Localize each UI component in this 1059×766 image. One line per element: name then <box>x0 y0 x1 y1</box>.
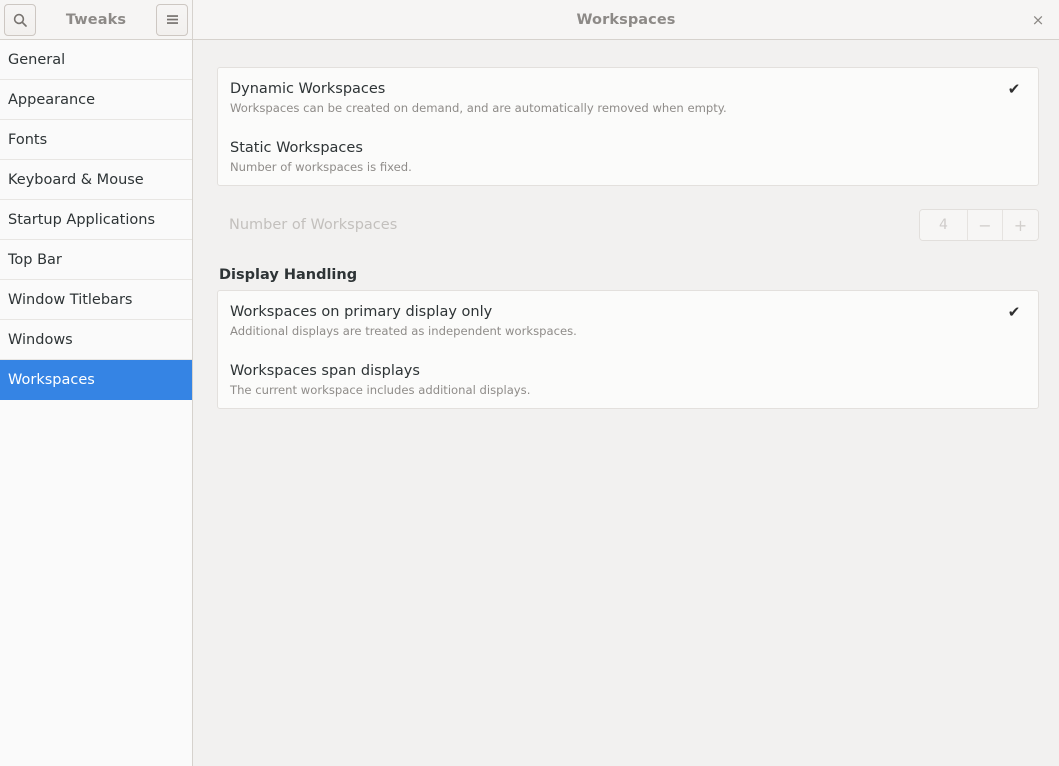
row-texts: Dynamic Workspaces Workspaces can be cre… <box>230 80 992 116</box>
sidebar-item-startup-applications[interactable]: Startup Applications <box>0 200 192 240</box>
search-icon <box>12 12 28 28</box>
search-button[interactable] <box>4 4 36 36</box>
app-title: Tweaks <box>36 12 156 28</box>
row-subtitle: The current workspace includes additiona… <box>230 383 992 397</box>
sidebar-item-label: Appearance <box>8 92 95 108</box>
row-workspaces-on-primary-display-only[interactable]: Workspaces on primary display only Addit… <box>218 291 1038 350</box>
sidebar-item-label: General <box>8 52 65 68</box>
row-texts: Workspaces on primary display only Addit… <box>230 303 992 339</box>
row-title: Workspaces on primary display only <box>230 303 992 321</box>
increment-button[interactable]: + <box>1003 210 1038 240</box>
window-body: General Appearance Fonts Keyboard & Mous… <box>0 40 1059 766</box>
sidebar-item-label: Top Bar <box>8 252 62 268</box>
checkmark-icon: ✔ <box>1004 82 1024 97</box>
row-texts: Static Workspaces Number of workspaces i… <box>230 139 992 175</box>
page-title: Workspaces <box>193 12 1059 28</box>
number-of-workspaces-label: Number of Workspaces <box>229 217 397 233</box>
row-static-workspaces[interactable]: Static Workspaces Number of workspaces i… <box>218 127 1038 186</box>
number-of-workspaces-input[interactable]: 4 <box>920 210 968 240</box>
workspace-mode-card: Dynamic Workspaces Workspaces can be cre… <box>217 67 1039 186</box>
sidebar-item-fonts[interactable]: Fonts <box>0 120 192 160</box>
sidebar-item-windows[interactable]: Windows <box>0 320 192 360</box>
hamburger-menu-icon <box>165 13 180 26</box>
sidebar: General Appearance Fonts Keyboard & Mous… <box>0 40 193 766</box>
row-title: Dynamic Workspaces <box>230 80 992 98</box>
sidebar-item-general[interactable]: General <box>0 40 192 80</box>
header-bar: Tweaks Workspaces × <box>0 0 1059 40</box>
row-texts: Workspaces span displays The current wor… <box>230 362 992 398</box>
row-subtitle: Number of workspaces is fixed. <box>230 160 992 174</box>
header-bar-left: Tweaks <box>0 0 193 39</box>
sidebar-item-workspaces[interactable]: Workspaces <box>0 360 192 400</box>
sidebar-item-label: Keyboard & Mouse <box>8 172 144 188</box>
display-handling-heading: Display Handling <box>217 267 1039 290</box>
content-area: Dynamic Workspaces Workspaces can be cre… <box>193 40 1059 766</box>
sidebar-item-label: Startup Applications <box>8 212 155 228</box>
tweaks-window: Tweaks Workspaces × General <box>0 0 1059 766</box>
number-of-workspaces-stepper[interactable]: 4 − + <box>919 209 1039 241</box>
checkmark-icon: ✔ <box>1004 305 1024 320</box>
row-dynamic-workspaces[interactable]: Dynamic Workspaces Workspaces can be cre… <box>218 68 1038 127</box>
display-handling-card: Workspaces on primary display only Addit… <box>217 290 1039 409</box>
sidebar-item-label: Fonts <box>8 132 47 148</box>
row-subtitle: Workspaces can be created on demand, and… <box>230 101 992 115</box>
sidebar-item-window-titlebars[interactable]: Window Titlebars <box>0 280 192 320</box>
sidebar-item-label: Workspaces <box>8 372 95 388</box>
row-title: Workspaces span displays <box>230 362 992 380</box>
header-bar-right: Workspaces × <box>193 0 1059 39</box>
row-subtitle: Additional displays are treated as indep… <box>230 324 992 338</box>
decrement-button[interactable]: − <box>968 210 1003 240</box>
menu-button[interactable] <box>156 4 188 36</box>
sidebar-item-top-bar[interactable]: Top Bar <box>0 240 192 280</box>
sidebar-item-label: Window Titlebars <box>8 292 132 308</box>
sidebar-item-keyboard-and-mouse[interactable]: Keyboard & Mouse <box>0 160 192 200</box>
row-workspaces-span-displays[interactable]: Workspaces span displays The current wor… <box>218 350 1038 409</box>
sidebar-item-appearance[interactable]: Appearance <box>0 80 192 120</box>
row-title: Static Workspaces <box>230 139 992 157</box>
close-icon[interactable]: × <box>1025 7 1051 33</box>
sidebar-item-label: Windows <box>8 332 73 348</box>
number-of-workspaces-row: Number of Workspaces 4 − + <box>217 199 1039 251</box>
